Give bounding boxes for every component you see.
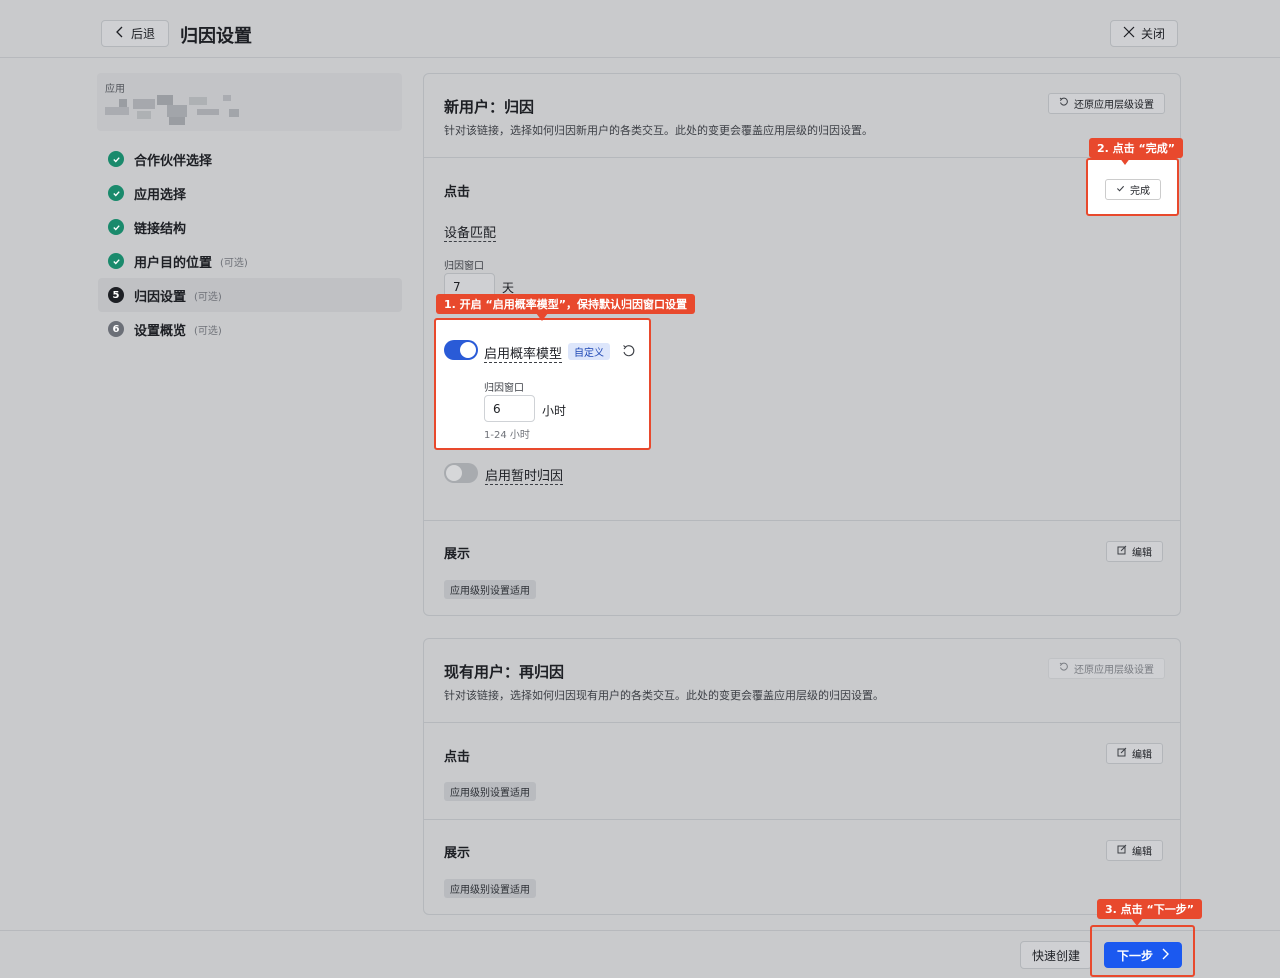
impression-section-label: 展示 — [444, 547, 471, 562]
app-selector: 应用 — [97, 73, 402, 131]
step-partner-selection[interactable]: 合作伙伴选择 — [106, 142, 402, 176]
close-icon — [1123, 26, 1135, 41]
edit-icon — [1117, 747, 1127, 760]
app-level-tag: 应用级别设置适用 — [444, 879, 536, 898]
click-section-label: 点击 — [444, 185, 471, 200]
step-label: 应用选择 — [134, 187, 187, 203]
step-link-structure[interactable]: 链接结构 — [106, 210, 402, 244]
divider — [424, 157, 1180, 158]
check-circle-icon — [108, 185, 124, 201]
edit-icon — [1117, 545, 1127, 558]
callout-text: 1. 开启 “启用概率模型”，保持默认归因窗口设置 — [444, 298, 687, 311]
window-field-label: 归因窗口 — [444, 261, 484, 272]
restore-label: 还原应用层级设置 — [1074, 665, 1154, 676]
close-label: 关闭 — [1140, 27, 1165, 41]
page-title: 归因设置 — [180, 26, 252, 47]
step-number: 5 — [108, 287, 124, 303]
step-user-destination[interactable]: 用户目的位置 (可选) — [106, 244, 402, 278]
quick-create-button[interactable]: 快速创建 — [1020, 941, 1092, 969]
callout-text: 3. 点击 “下一步” — [1105, 903, 1194, 916]
undo-icon — [1059, 97, 1069, 110]
card-description: 针对该链接，选择如何归因现有用户的各类交互。此处的变更会覆盖应用层级的归因设置。 — [444, 689, 884, 702]
app-level-tag: 应用级别设置适用 — [444, 782, 536, 801]
chevron-right-icon — [1161, 948, 1169, 963]
next-label: 下一步 — [1116, 948, 1153, 963]
step-attribution-settings[interactable]: 5 归因设置 (可选) — [98, 278, 402, 312]
edit-click-button[interactable]: 编辑 — [1106, 743, 1163, 764]
card-title: 现有用户：再归因 — [444, 663, 565, 681]
step-label: 设置概览 — [134, 323, 187, 339]
app-name-redacted — [97, 95, 247, 127]
back-button[interactable]: 后退 — [101, 20, 169, 47]
probabilistic-model-highlight: 启用概率模型 自定义 归因窗口 6 小时 1-24 小时 — [434, 318, 651, 450]
next-button[interactable]: 下一步 — [1104, 942, 1182, 968]
step-app-selection[interactable]: 应用选择 — [106, 176, 402, 210]
done-label: 完成 — [1130, 186, 1150, 197]
optional-hint: (可选) — [194, 291, 222, 303]
custom-badge: 自定义 — [568, 343, 610, 360]
callout-step1: 1. 开启 “启用概率模型”，保持默认归因窗口设置 — [436, 294, 695, 321]
edit-label: 编辑 — [1132, 847, 1152, 858]
probabilistic-model-label: 启用概率模型 — [484, 343, 563, 363]
step-label: 链接结构 — [134, 221, 187, 237]
prob-window-hint: 1-24 小时 — [484, 430, 530, 441]
restore-label: 还原应用层级设置 — [1074, 100, 1154, 111]
close-button[interactable]: 关闭 — [1110, 20, 1178, 47]
click-section-label: 点击 — [444, 750, 471, 765]
prob-window-label: 归因窗口 — [484, 383, 524, 394]
callout-text: 2. 点击 “完成” — [1097, 142, 1175, 155]
callout-step2: 2. 点击 “完成” — [1089, 138, 1183, 165]
check-circle-icon — [108, 253, 124, 269]
done-highlight: 完成 — [1086, 158, 1179, 216]
step-number: 6 — [108, 321, 124, 337]
optional-hint: (可选) — [194, 325, 222, 337]
card-title: 新用户：归因 — [444, 98, 535, 116]
callout-step3: 3. 点击 “下一步” — [1097, 899, 1202, 926]
app-label: 应用 — [105, 84, 125, 95]
divider — [424, 520, 1180, 521]
reset-icon[interactable] — [622, 343, 636, 362]
probabilistic-model-toggle[interactable] — [444, 340, 478, 360]
app-level-tag: 应用级别设置适用 — [444, 580, 536, 599]
restore-app-settings-button[interactable]: 还原应用层级设置 — [1048, 658, 1165, 679]
back-label: 后退 — [130, 27, 155, 41]
step-label: 归因设置 — [134, 289, 187, 305]
card-description: 针对该链接，选择如何归因新用户的各类交互。此处的变更会覆盖应用层级的归因设置。 — [444, 124, 873, 137]
wizard-steps: 合作伙伴选择 应用选择 链接结构 用户目的位置 (可选) 5 归因设置 (可选)… — [98, 142, 402, 346]
temp-attribution-toggle[interactable] — [444, 463, 478, 483]
done-button[interactable]: 完成 — [1105, 179, 1161, 200]
edit-label: 编辑 — [1132, 548, 1152, 559]
device-match-label: 设备匹配 — [444, 222, 497, 242]
temp-attribution-label: 启用暂时归因 — [485, 465, 564, 485]
restore-app-settings-button[interactable]: 还原应用层级设置 — [1048, 93, 1165, 114]
check-icon — [1116, 184, 1125, 196]
divider — [424, 819, 1180, 820]
edit-icon — [1117, 844, 1127, 857]
step-settings-overview[interactable]: 6 设置概览 (可选) — [106, 312, 402, 346]
chevron-left-icon — [115, 26, 125, 41]
impression-section-label: 展示 — [444, 846, 471, 861]
edit-impression-button[interactable]: 编辑 — [1106, 840, 1163, 861]
check-circle-icon — [108, 219, 124, 235]
edit-impression-button[interactable]: 编辑 — [1106, 541, 1163, 562]
prob-window-input[interactable]: 6 — [484, 395, 535, 422]
prob-window-unit: 小时 — [542, 404, 567, 418]
step-label: 合作伙伴选择 — [134, 153, 213, 169]
existing-user-reattribution-card: 现有用户：再归因 针对该链接，选择如何归因现有用户的各类交互。此处的变更会覆盖应… — [423, 638, 1181, 915]
step-label: 用户目的位置 — [134, 255, 213, 271]
edit-label: 编辑 — [1132, 750, 1152, 761]
check-circle-icon — [108, 151, 124, 167]
optional-hint: (可选) — [220, 257, 248, 269]
divider — [424, 722, 1180, 723]
undo-icon — [1059, 662, 1069, 675]
